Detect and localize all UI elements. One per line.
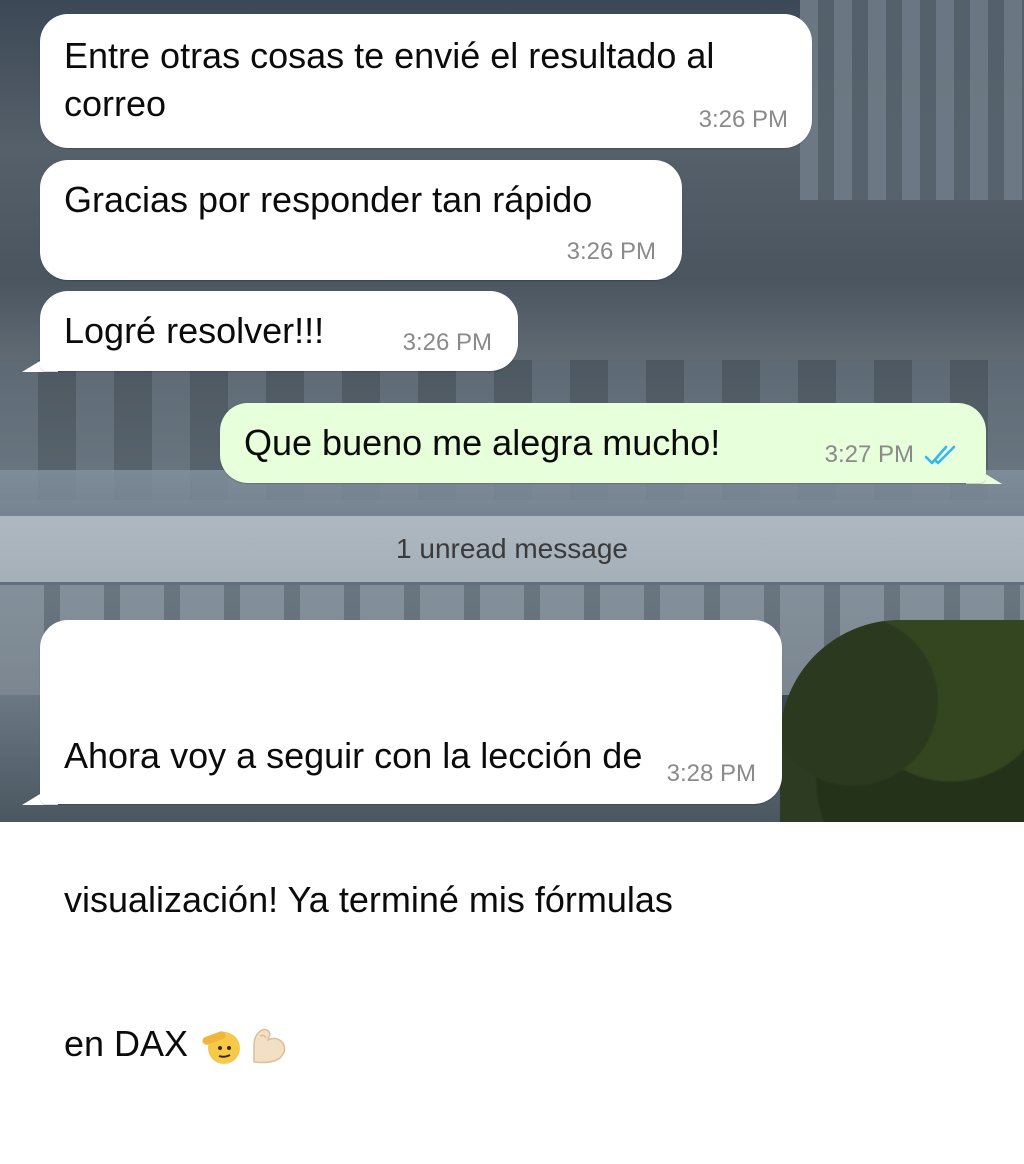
message-text: Entre otras cosas te envié el resultado … — [64, 35, 725, 124]
message-timestamp: 3:27 PM — [824, 441, 914, 468]
unread-messages-label: 1 unread message — [396, 533, 628, 564]
message-timestamp: 3:26 PM — [402, 329, 492, 356]
message-text: Gracias por responder tan rápido — [64, 179, 593, 220]
unread-messages-divider: 1 unread message — [0, 516, 1024, 582]
double-check-icon — [924, 445, 956, 465]
message-bubble-incoming[interactable]: Logré resolver!!! 3:26 PM — [40, 291, 518, 371]
message-timestamp: 3:26 PM — [698, 106, 788, 133]
message-bubble-outgoing[interactable]: Que bueno me alegra mucho! 3:27 PM — [220, 403, 986, 483]
message-text-line: en DAX — [64, 1020, 774, 1068]
message-bubble-incoming[interactable]: Entre otras cosas te envié el resultado … — [40, 14, 812, 148]
saluting-face-emoji — [202, 1031, 241, 1065]
message-text-line: visualización! Ya terminé mis fórmulas — [64, 879, 673, 920]
flexed-biceps-emoji — [253, 1029, 286, 1064]
message-text: Ahora voy a seguir con la lección de vis… — [64, 636, 774, 1164]
wallpaper-building — [800, 0, 1024, 200]
message-bubble-incoming[interactable]: Ahora voy a seguir con la lección de vis… — [40, 620, 782, 1065]
message-timestamp: 3:28 PM — [666, 760, 756, 787]
message-text: Logré resolver!!! — [64, 310, 325, 351]
message-text-fragment: en DAX — [64, 1023, 189, 1064]
message-text: Que bueno me alegra mucho! — [244, 422, 721, 463]
message-bubble-incoming[interactable]: Gracias por responder tan rápido 3:26 PM — [40, 160, 682, 280]
message-timestamp: 3:26 PM — [566, 238, 656, 265]
